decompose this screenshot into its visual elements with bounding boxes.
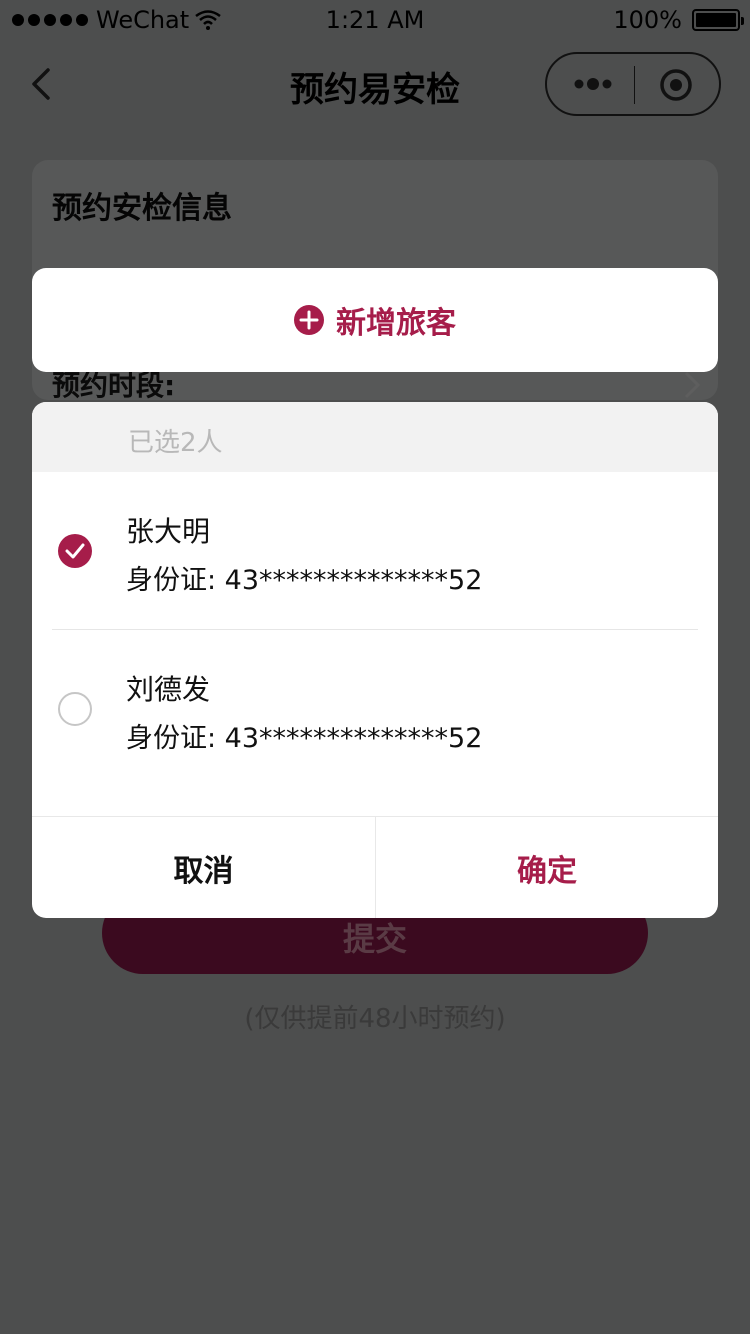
chevron-right-icon: [684, 371, 701, 399]
booking-note: (仅供提前48小时预约): [244, 1004, 506, 1034]
booking-info-title: 预约安检信息: [52, 191, 232, 226]
status-bar: WeChat 1:21 AM 100%: [0, 0, 750, 40]
traveler-id: 身份证: 43**************52: [126, 565, 483, 596]
radio-checked-icon[interactable]: [58, 534, 92, 568]
traveler-name: 张大明: [126, 515, 211, 548]
battery-icon: [692, 9, 744, 31]
status-right: 100%: [613, 6, 744, 34]
nav-bar: 预约易安检: [0, 40, 750, 128]
selector-header: 已选2人: [32, 402, 718, 472]
add-traveler-label: 新增旅客: [336, 306, 456, 341]
traveler-row[interactable]: 张大明 身份证: 43**************52: [32, 472, 718, 630]
more-dots-icon[interactable]: [573, 76, 613, 92]
submit-label: 提交: [342, 920, 407, 958]
mini-program-capsule: [545, 52, 721, 116]
battery-percent: 100%: [613, 6, 682, 34]
plus-circle-icon: [294, 305, 324, 335]
add-traveler-button[interactable]: 新增旅客: [32, 268, 718, 372]
selector-actions: 取消 确定: [32, 816, 718, 918]
cancel-button[interactable]: 取消: [32, 817, 375, 918]
confirm-button[interactable]: 确定: [376, 817, 718, 918]
radio-unchecked-icon[interactable]: [58, 692, 92, 726]
traveler-name: 刘德发: [126, 673, 211, 706]
traveler-id: 身份证: 43**************52: [126, 723, 483, 754]
close-target-icon[interactable]: [659, 68, 693, 102]
traveler-selector: 已选2人 张大明 身份证: 43**************52 刘德发 身份证…: [32, 402, 718, 918]
traveler-row[interactable]: 刘德发 身份证: 43**************52: [32, 630, 718, 788]
capsule-divider: [634, 66, 635, 104]
selected-count: 已选2人: [128, 428, 223, 458]
